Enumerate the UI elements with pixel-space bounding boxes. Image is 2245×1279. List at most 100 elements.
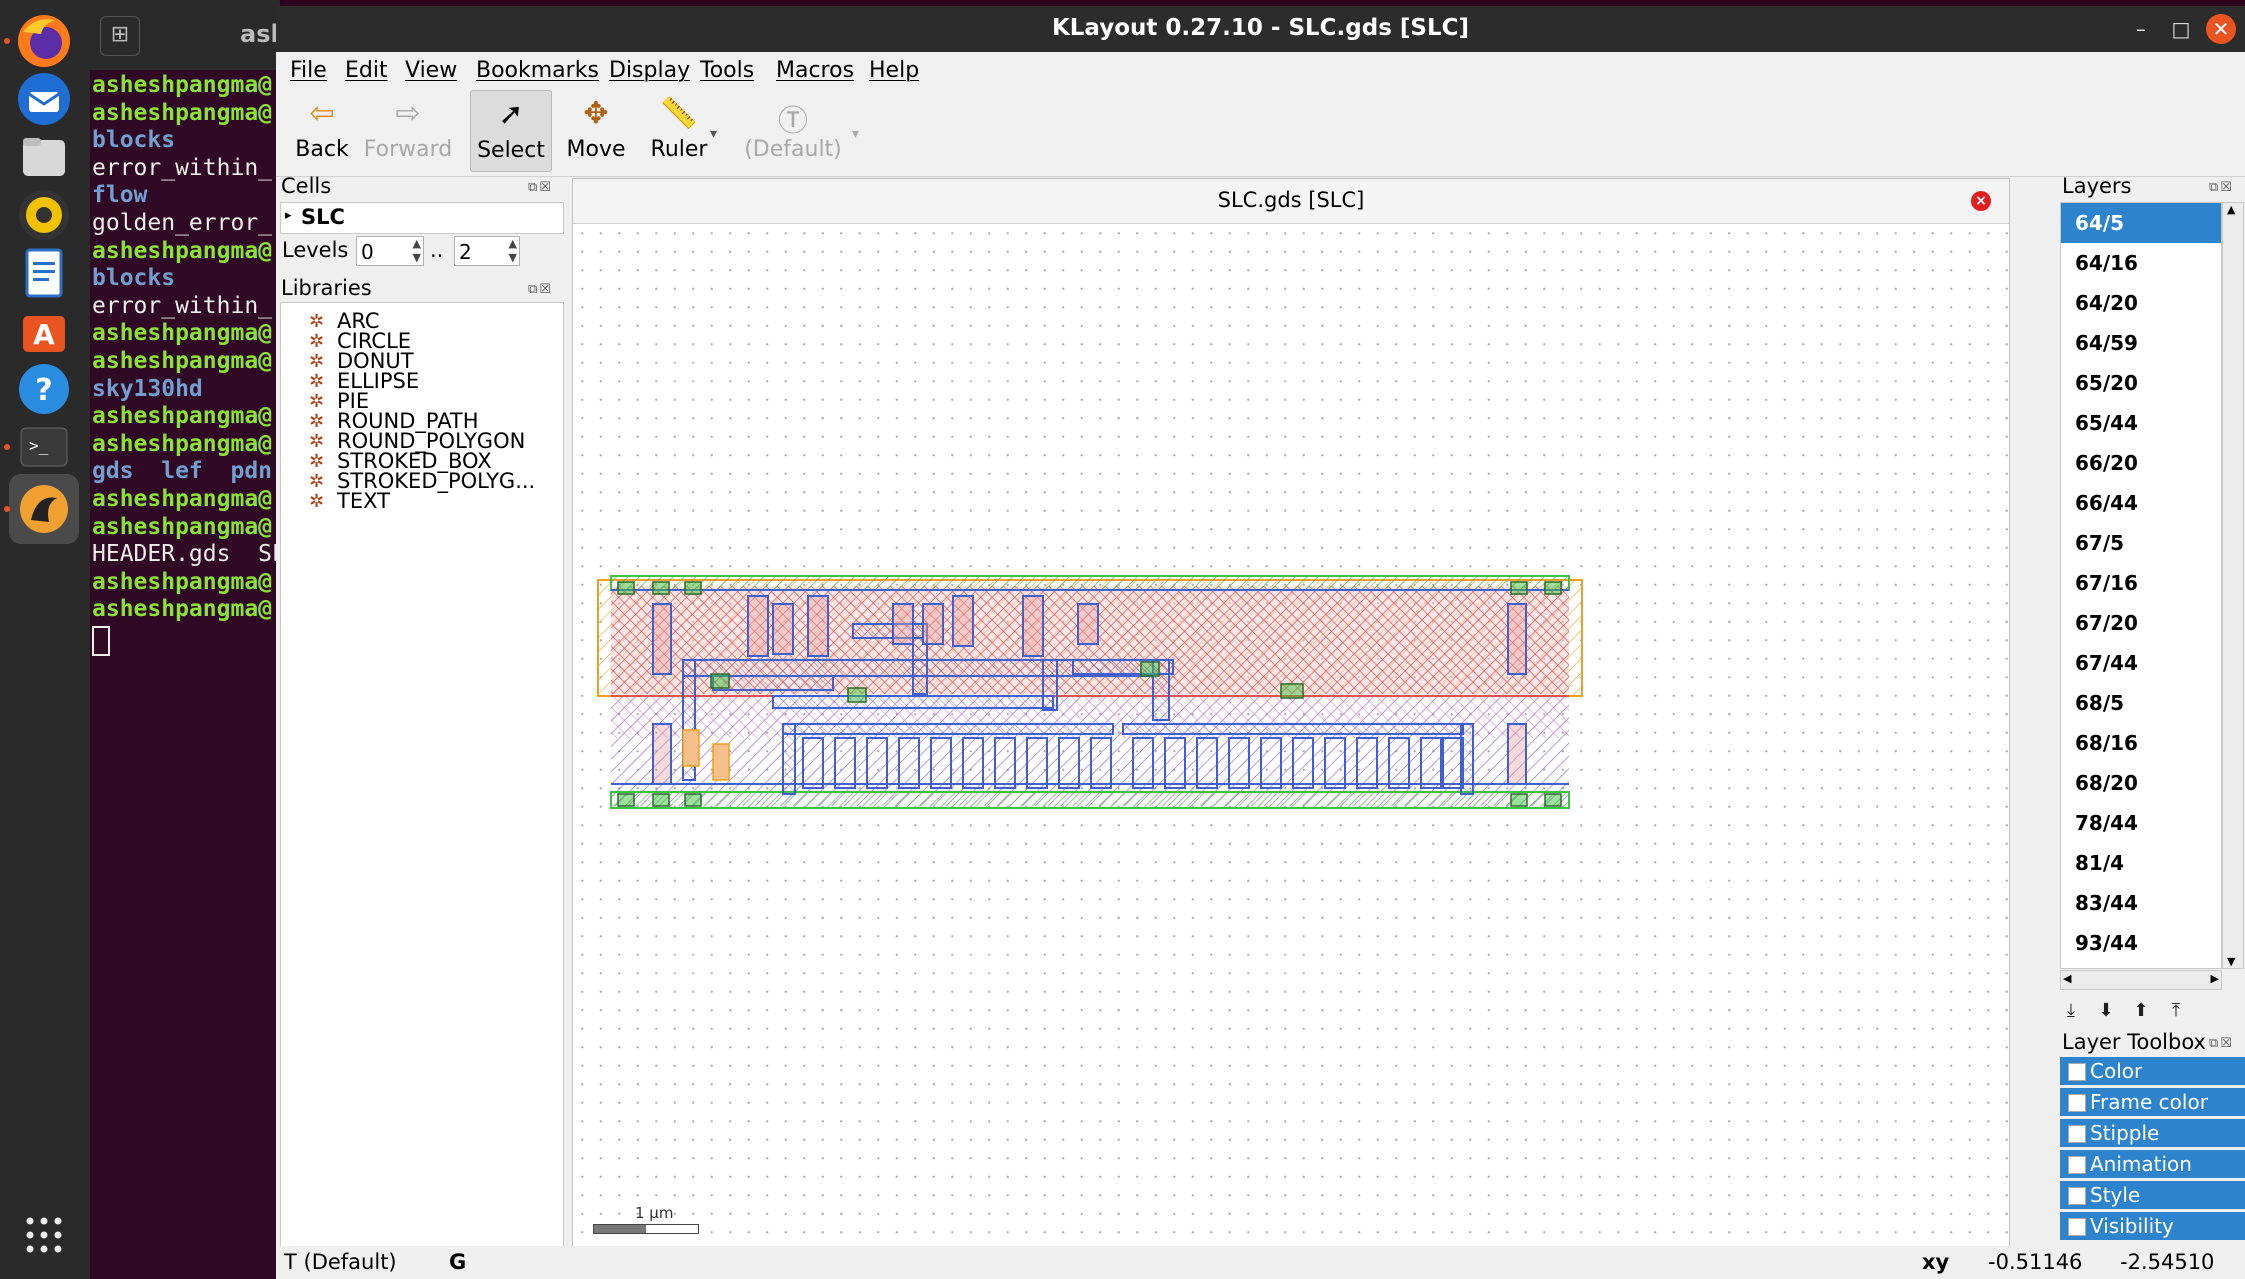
- toolbox-section-label: Style: [2090, 1183, 2141, 1207]
- scroll-up-icon[interactable]: ▲: [2227, 203, 2235, 216]
- menu-tools[interactable]: Tools: [700, 58, 754, 83]
- move-layer-up-icon[interactable]: ⬆: [2126, 996, 2156, 1026]
- layer-item[interactable]: 65/20: [2061, 363, 2221, 403]
- levels-to-input[interactable]: 2 ▲ ▼: [454, 236, 520, 266]
- terminal-icon[interactable]: >_: [9, 412, 79, 482]
- layer-item[interactable]: 78/44: [2061, 803, 2221, 843]
- layout-canvas[interactable]: 1 µm: [573, 224, 2009, 1252]
- layer-toolbox-title: Layer Toolbox: [2062, 1030, 2206, 1054]
- terminal-line: sky130hd: [92, 375, 203, 402]
- text-dropdown-icon[interactable]: ▾: [852, 126, 859, 142]
- library-gear-icon: ✲: [309, 331, 325, 352]
- expand-checkbox-icon[interactable]: [2068, 1063, 2086, 1081]
- layer-item[interactable]: 65/44: [2061, 403, 2221, 443]
- terminal-line: HEADER.gds SL: [92, 541, 280, 568]
- move-layer-bottom-icon[interactable]: ⤓: [2056, 996, 2086, 1026]
- layer-item[interactable]: 67/20: [2061, 603, 2221, 643]
- layers-horizontal-scrollbar[interactable]: ◀ ▶: [2060, 970, 2222, 990]
- terminal-line: blocks: [92, 127, 176, 154]
- layers-vertical-scrollbar[interactable]: ▲ ▼: [2222, 202, 2244, 969]
- klayout-icon[interactable]: [9, 474, 79, 544]
- minimize-button[interactable]: –: [2126, 14, 2156, 44]
- layer-item[interactable]: 66/20: [2061, 443, 2221, 483]
- toolbox-dock-buttons-icon[interactable]: ⧉☒: [2209, 1036, 2234, 1051]
- layout-drawing: [597, 575, 1583, 809]
- layer-item[interactable]: 64/5: [2061, 203, 2221, 243]
- library-item[interactable]: TEXT: [337, 489, 390, 513]
- select-tool-button[interactable]: ➚ Select: [470, 90, 552, 172]
- move-layer-top-icon[interactable]: ⤒: [2161, 996, 2191, 1026]
- layers-dock-buttons-icon[interactable]: ⧉☒: [2209, 180, 2234, 195]
- toolbox-section-label: Stipple: [2090, 1121, 2160, 1145]
- library-gear-icon: ✲: [309, 371, 325, 392]
- toolbox-section[interactable]: Visibility: [2060, 1212, 2245, 1240]
- levels-from-input[interactable]: 0 ▲ ▼: [356, 236, 424, 266]
- library-gear-icon: ✲: [309, 311, 325, 332]
- expand-checkbox-icon[interactable]: [2068, 1218, 2086, 1236]
- layer-item[interactable]: 83/44: [2061, 883, 2221, 923]
- toolbox-section[interactable]: Style: [2060, 1181, 2245, 1209]
- toolbox-section[interactable]: Color: [2060, 1057, 2245, 1085]
- close-tab-icon[interactable]: ×: [1971, 191, 1991, 211]
- terminal-line: asheshpangma@: [92, 237, 273, 264]
- menu-view[interactable]: View: [405, 58, 457, 83]
- text-t-icon: Ⓣ: [778, 104, 808, 139]
- layer-item[interactable]: 68/20: [2061, 763, 2221, 803]
- maximize-button[interactable]: □: [2166, 14, 2196, 44]
- spin-arrows-icon[interactable]: ▲ ▼: [509, 237, 517, 265]
- expand-checkbox-icon[interactable]: [2068, 1187, 2086, 1205]
- layer-item[interactable]: 68/5: [2061, 683, 2221, 723]
- svg-text:?: ?: [35, 373, 52, 408]
- menu-display[interactable]: Display: [609, 58, 690, 83]
- layer-item[interactable]: 67/44: [2061, 643, 2221, 683]
- close-window-button[interactable]: ✕: [2206, 14, 2236, 44]
- new-tab-icon[interactable]: ⊞: [100, 16, 140, 56]
- expand-checkbox-icon[interactable]: [2068, 1125, 2086, 1143]
- terminal-window[interactable]: ⊞ ash asheshpangma@asheshpangma@blockser…: [90, 0, 280, 1279]
- layer-item[interactable]: 67/16: [2061, 563, 2221, 603]
- scroll-right-icon[interactable]: ▶: [2211, 972, 2219, 985]
- expand-arrow-icon[interactable]: ▸: [285, 208, 292, 223]
- scroll-down-icon[interactable]: ▼: [2227, 955, 2235, 968]
- library-gear-icon: ✲: [309, 471, 325, 492]
- spin-arrows-icon[interactable]: ▲ ▼: [413, 237, 421, 265]
- cell-tree[interactable]: ▸ SLC: [280, 202, 564, 234]
- top-cell-item[interactable]: SLC: [301, 205, 345, 229]
- layout-view: SLC.gds [SLC] × 1 µm: [572, 178, 2010, 1253]
- cells-dock-buttons-icon[interactable]: ⧉☒: [528, 180, 553, 195]
- forward-button[interactable]: ⇨ Forward: [358, 90, 458, 170]
- menu-help[interactable]: Help: [869, 58, 919, 83]
- layer-item[interactable]: 81/4: [2061, 843, 2221, 883]
- layer-item[interactable]: 93/44: [2061, 923, 2221, 963]
- scale-bar: [593, 1224, 699, 1234]
- terminal-line: asheshpangma@: [92, 568, 273, 595]
- toolbox-section[interactable]: Animation: [2060, 1150, 2245, 1178]
- menu-bookmarks[interactable]: Bookmarks: [476, 58, 599, 83]
- layer-item[interactable]: 64/59: [2061, 323, 2221, 363]
- back-button[interactable]: ⇦ Back: [288, 90, 356, 170]
- layer-item[interactable]: 64/16: [2061, 243, 2221, 283]
- svg-text:A: A: [33, 318, 55, 351]
- expand-checkbox-icon[interactable]: [2068, 1156, 2086, 1174]
- ruler-dropdown-icon[interactable]: ▾: [710, 126, 717, 142]
- layer-item[interactable]: 66/44: [2061, 483, 2221, 523]
- menu-edit[interactable]: Edit: [345, 58, 388, 83]
- layout-tab[interactable]: SLC.gds [SLC] ×: [573, 179, 2009, 224]
- toolbox-section[interactable]: Stipple: [2060, 1119, 2245, 1147]
- toolbox-section-label: Color: [2090, 1059, 2143, 1083]
- layer-item[interactable]: 64/20: [2061, 283, 2221, 323]
- toolbox-section[interactable]: Frame color: [2060, 1088, 2245, 1116]
- layer-item[interactable]: 68/16: [2061, 723, 2221, 763]
- text-default-button[interactable]: Ⓣ (Default): [734, 90, 852, 170]
- apps-grid-icon[interactable]: [9, 1200, 79, 1270]
- terminal-tabbar: ⊞ ash: [90, 0, 280, 70]
- move-layer-down-icon[interactable]: ⬇: [2091, 996, 2121, 1026]
- back-arrow-icon: ⇦: [309, 96, 335, 131]
- expand-checkbox-icon[interactable]: [2068, 1094, 2086, 1112]
- menu-file[interactable]: File: [290, 58, 327, 83]
- libraries-dock-buttons-icon[interactable]: ⧉☒: [528, 282, 553, 297]
- layer-item[interactable]: 67/5: [2061, 523, 2221, 563]
- move-tool-button[interactable]: ✥ Move: [558, 90, 634, 170]
- scroll-left-icon[interactable]: ◀: [2063, 972, 2071, 985]
- menu-macros[interactable]: Macros: [776, 58, 854, 83]
